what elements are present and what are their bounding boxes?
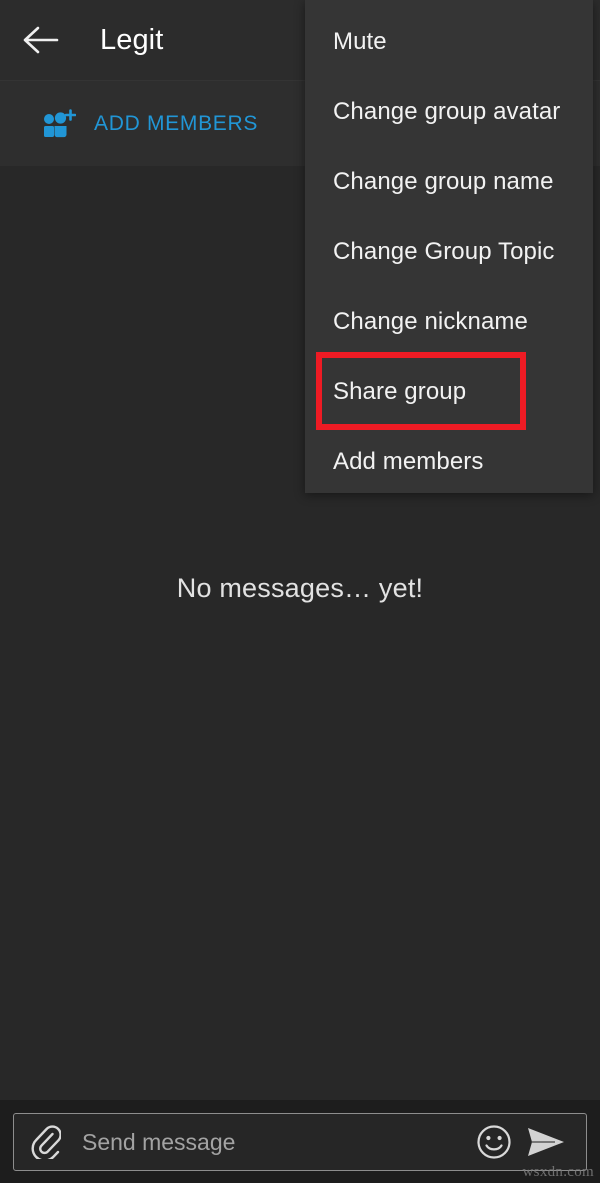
- menu-item-change-group-name[interactable]: Change group name: [305, 147, 593, 217]
- group-options-menu: Mute Change group avatar Change group na…: [305, 0, 593, 493]
- menu-item-label: Add members: [333, 448, 484, 475]
- menu-item-label: Change group avatar: [333, 98, 561, 125]
- menu-item-mute[interactable]: Mute: [305, 7, 593, 77]
- add-people-icon: [42, 107, 76, 141]
- menu-item-change-group-avatar[interactable]: Change group avatar: [305, 77, 593, 147]
- back-button[interactable]: [10, 9, 72, 71]
- message-composer: wsxdn.com: [0, 1100, 600, 1183]
- back-arrow-icon: [22, 25, 60, 55]
- menu-item-label: Change nickname: [333, 308, 528, 335]
- page-title: Legit: [100, 23, 164, 56]
- watermark: wsxdn.com: [522, 1164, 594, 1180]
- menu-item-label: Share group: [333, 378, 467, 405]
- menu-item-label: Change group name: [333, 168, 554, 195]
- chat-screen: Legit ADD MEMBERS No messages… yet! Mute…: [0, 0, 600, 1183]
- paperclip-icon[interactable]: [26, 1122, 66, 1162]
- menu-item-label: Mute: [333, 28, 387, 55]
- menu-item-share-group[interactable]: Share group: [305, 357, 593, 427]
- message-input-bar: [13, 1113, 587, 1171]
- empty-state-text: No messages… yet!: [176, 573, 424, 603]
- send-paper-plane-icon[interactable]: [520, 1120, 572, 1164]
- add-members-label: ADD MEMBERS: [94, 111, 259, 135]
- smiley-face-icon[interactable]: [472, 1120, 516, 1164]
- search-input[interactable]: [82, 1128, 472, 1156]
- menu-item-label: Change Group Topic: [333, 238, 555, 265]
- menu-item-change-nickname[interactable]: Change nickname: [305, 287, 593, 357]
- menu-item-change-group-topic[interactable]: Change Group Topic: [305, 217, 593, 287]
- menu-item-add-members[interactable]: Add members: [305, 427, 593, 497]
